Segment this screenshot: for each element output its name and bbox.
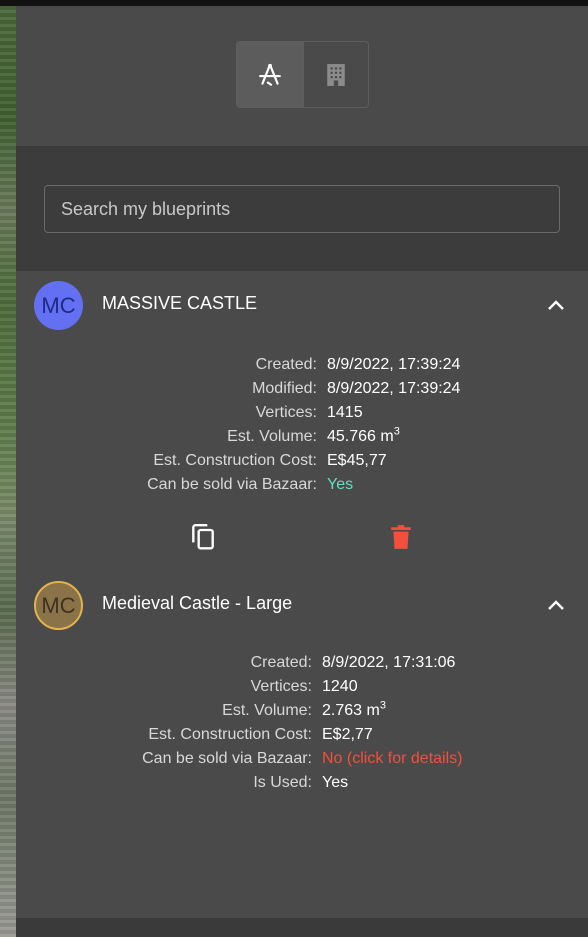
delete-button[interactable]	[383, 519, 419, 555]
detail-label: Created:	[250, 654, 312, 671]
detail-value: Yes	[322, 774, 349, 791]
detail-value: 8/9/2022, 17:31:06	[322, 654, 456, 671]
detail-label: Is Used:	[253, 774, 312, 791]
avatar-initials: MC	[41, 292, 76, 318]
detail-row: Est. Volume: 45.766 m3	[16, 425, 588, 449]
detail-row: Is Used: Yes	[16, 771, 588, 795]
panel-footer	[16, 918, 588, 937]
detail-row: Vertices: 1415	[16, 401, 588, 425]
blueprint-item: MC MASSIVE CASTLE Created: 8/9/2022, 17:…	[16, 271, 588, 550]
detail-label: Vertices:	[255, 404, 317, 421]
detail-row: Est. Construction Cost: E$2,77	[16, 723, 588, 747]
detail-value: 8/9/2022, 17:39:24	[327, 380, 461, 397]
blueprint-title: Medieval Castle - Large	[102, 593, 293, 613]
avatar-initials: MC	[41, 592, 76, 618]
panel-header	[16, 6, 588, 146]
copy-icon	[192, 523, 214, 550]
detail-label: Est. Volume:	[222, 702, 312, 719]
avatar: MC	[34, 281, 83, 330]
view-toggle-group	[236, 41, 369, 108]
detail-row: Est. Construction Cost: E$45,77	[16, 449, 588, 473]
blueprint-item: MC Medieval Castle - Large Created: 8/9/…	[16, 571, 588, 791]
toggle-building-view[interactable]	[302, 42, 369, 107]
chevron-up-icon	[548, 600, 564, 610]
detail-value: E$45,77	[327, 452, 387, 469]
detail-row: Modified: 8/9/2022, 17:39:24	[16, 377, 588, 401]
detail-row: Can be sold via Bazaar: No (click for de…	[16, 747, 588, 771]
detail-label: Can be sold via Bazaar:	[142, 750, 312, 767]
bazaar-details-link[interactable]: No (click for details)	[322, 747, 462, 771]
map-background[interactable]	[0, 6, 16, 937]
detail-value: 2.763 m3	[322, 699, 386, 719]
search-input[interactable]	[44, 185, 560, 233]
detail-row: Can be sold via Bazaar: Yes	[16, 473, 588, 497]
blueprint-title: MASSIVE CASTLE	[102, 293, 258, 313]
detail-value: 1415	[327, 404, 363, 421]
detail-label: Created:	[255, 356, 317, 373]
detail-value: E$2,77	[322, 726, 373, 743]
compass-ruler-icon	[258, 63, 281, 86]
detail-label: Est. Construction Cost:	[153, 452, 317, 469]
detail-row: Created: 8/9/2022, 17:39:24	[16, 353, 588, 377]
building-icon	[327, 63, 345, 86]
search-area	[16, 146, 588, 271]
avatar: MC	[34, 581, 83, 630]
blueprint-actions	[16, 519, 588, 555]
detail-label: Can be sold via Bazaar:	[147, 476, 317, 493]
trash-icon	[391, 525, 411, 549]
detail-label: Vertices:	[250, 678, 312, 695]
detail-label: Est. Volume:	[227, 428, 317, 445]
collapse-button[interactable]	[544, 593, 568, 617]
blueprint-header[interactable]: MC MASSIVE CASTLE	[16, 271, 588, 341]
detail-row: Est. Volume: 2.763 m3	[16, 699, 588, 723]
detail-value: 45.766 m3	[327, 425, 400, 445]
detail-row: Vertices: 1240	[16, 675, 588, 699]
detail-label: Est. Construction Cost:	[148, 726, 312, 743]
collapse-button[interactable]	[544, 293, 568, 317]
chevron-up-icon	[548, 300, 564, 310]
detail-value: 1240	[322, 678, 358, 695]
bazaar-status: Yes	[327, 476, 354, 493]
toggle-blueprint-view[interactable]	[237, 42, 303, 107]
blueprint-header[interactable]: MC Medieval Castle - Large	[16, 571, 588, 641]
detail-row: Created: 8/9/2022, 17:31:06	[16, 651, 588, 675]
detail-label: Modified:	[252, 380, 317, 397]
copy-button[interactable]	[185, 519, 221, 555]
detail-value: 8/9/2022, 17:39:24	[327, 356, 461, 373]
blueprints-panel: MC MASSIVE CASTLE Created: 8/9/2022, 17:…	[16, 6, 588, 918]
